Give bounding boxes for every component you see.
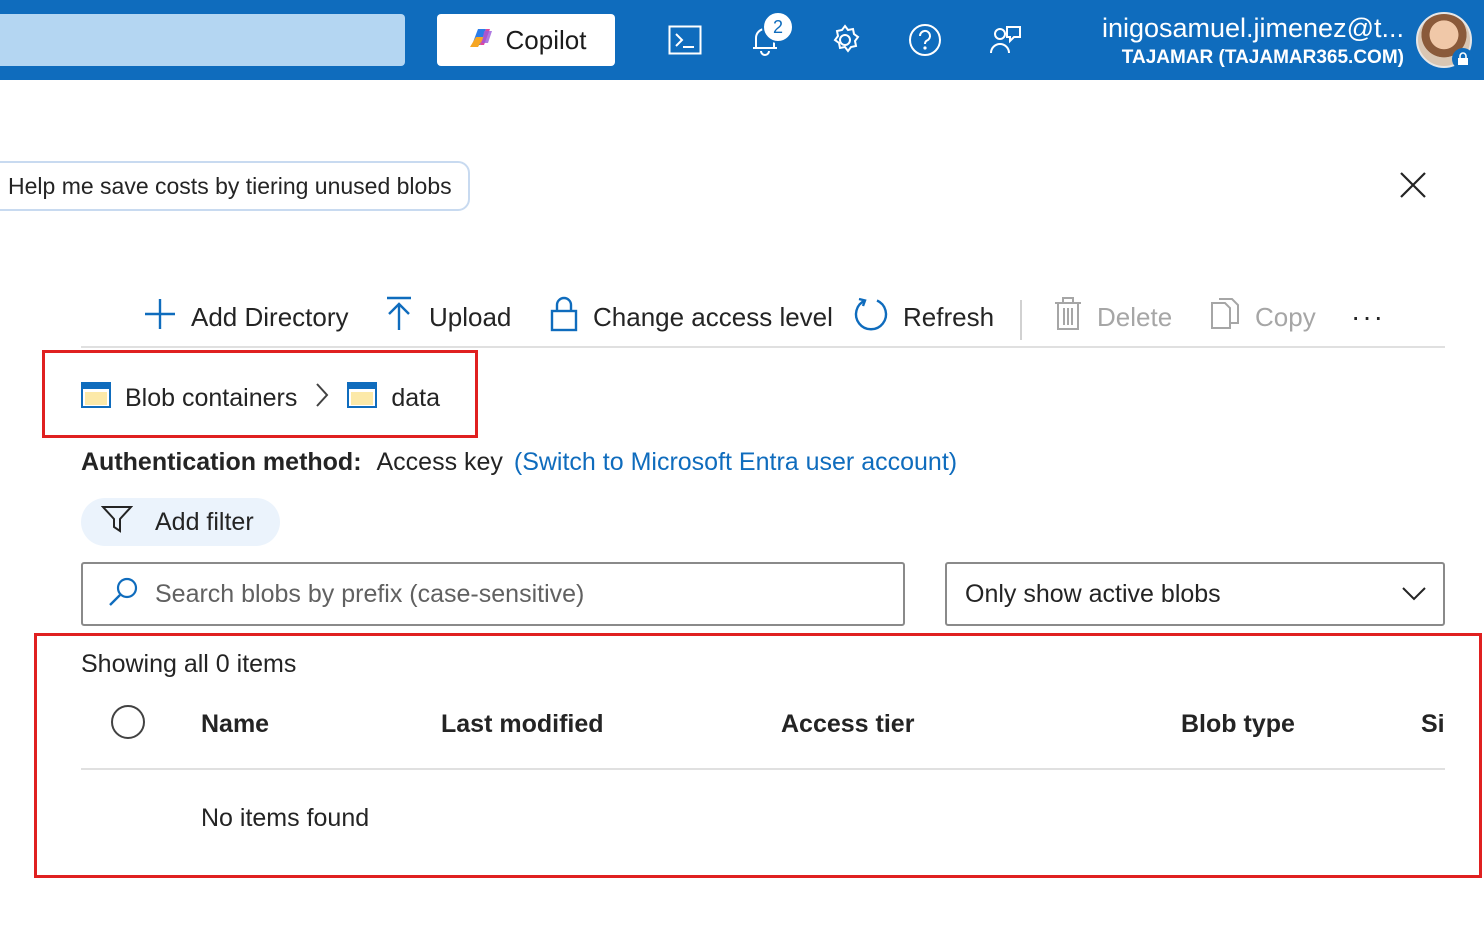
auth-method-value: Access key (376, 448, 503, 476)
blob-table-header: Name Last modified Access tier Blob type… (81, 694, 1445, 770)
toolbar-divider (1020, 300, 1022, 340)
select-all-radio[interactable] (111, 705, 145, 739)
add-filter-button[interactable]: Add filter (81, 498, 280, 546)
blob-prefix-search[interactable] (81, 562, 905, 626)
change-access-label: Change access level (593, 301, 833, 332)
column-header-last-modified[interactable]: Last modified (441, 694, 604, 754)
trash-icon (1053, 296, 1083, 338)
add-directory-button[interactable]: Add Directory (143, 290, 349, 344)
global-search-box[interactable] (0, 14, 405, 66)
delete-label: Delete (1097, 301, 1173, 332)
refresh-label: Refresh (903, 301, 995, 332)
cloud-shell-icon[interactable] (665, 20, 705, 60)
account-info[interactable]: inigosamuel.jimenez@t... TAJAMAR (TAJAMA… (1102, 10, 1404, 70)
copy-label: Copy (1255, 301, 1316, 332)
blob-state-dropdown[interactable]: Only show active blobs (945, 562, 1445, 626)
add-directory-label: Add Directory (191, 301, 349, 332)
more-ellipsis-icon: ··· (1351, 301, 1385, 332)
column-header-size[interactable]: Size (1421, 694, 1445, 754)
items-count: Showing all 0 items (81, 650, 297, 678)
lock-icon (549, 296, 579, 339)
switch-to-entra-link[interactable]: (Switch to Microsoft Entra user account) (514, 448, 957, 476)
empty-state-message: No items found (201, 804, 370, 832)
dropdown-selected-value: Only show active blobs (965, 579, 1221, 608)
copilot-button[interactable]: Copilot (437, 14, 615, 66)
account-tenant: TAJAMAR (TAJAMAR365.COM) (1121, 47, 1404, 68)
chevron-down-icon (1401, 580, 1427, 609)
delete-button[interactable]: Delete (1053, 290, 1172, 344)
command-toolbar: Add Directory Upload Change access level… (81, 290, 1445, 348)
refresh-icon (853, 296, 889, 339)
suggestion-text: Help me save costs by tiering unused blo… (8, 172, 452, 199)
copy-button[interactable]: Copy (1209, 290, 1316, 344)
refresh-button[interactable]: Refresh (853, 290, 994, 344)
upload-button[interactable]: Upload (383, 290, 511, 344)
authentication-method: Authentication method: Access key (Switc… (81, 448, 957, 477)
change-access-level-button[interactable]: Change access level (549, 290, 833, 344)
close-icon[interactable] (1396, 168, 1430, 202)
feedback-icon[interactable] (985, 20, 1025, 60)
copilot-icon (466, 23, 496, 58)
column-header-name[interactable]: Name (201, 694, 269, 754)
search-icon (107, 576, 139, 613)
notification-count-badge: 2 (762, 11, 794, 43)
filter-funnel-icon (100, 505, 134, 540)
highlight-box-breadcrumb (42, 350, 478, 438)
copy-icon (1209, 297, 1241, 338)
plus-icon (143, 297, 177, 338)
upload-label: Upload (429, 301, 512, 332)
account-email: inigosamuel.jimenez@t... (1101, 13, 1404, 43)
column-header-blob-type[interactable]: Blob type (1181, 694, 1295, 754)
settings-gear-icon[interactable] (825, 20, 865, 60)
column-header-access-tier[interactable]: Access tier (781, 694, 914, 754)
copilot-label: Copilot (505, 24, 587, 55)
copilot-suggestion-pill[interactable]: Help me save costs by tiering unused blo… (0, 161, 470, 211)
add-filter-label: Add filter (155, 507, 254, 536)
more-options-button[interactable]: ··· (1351, 290, 1385, 344)
search-input[interactable] (153, 578, 897, 610)
portal-top-bar: Copilot 2 inigosamuel.jimenez@t... TAJAM… (0, 0, 1484, 80)
auth-method-label: Authentication method: (81, 448, 362, 476)
upload-arrow-icon (383, 296, 415, 339)
help-icon[interactable] (905, 20, 945, 60)
lock-icon (1452, 48, 1474, 70)
